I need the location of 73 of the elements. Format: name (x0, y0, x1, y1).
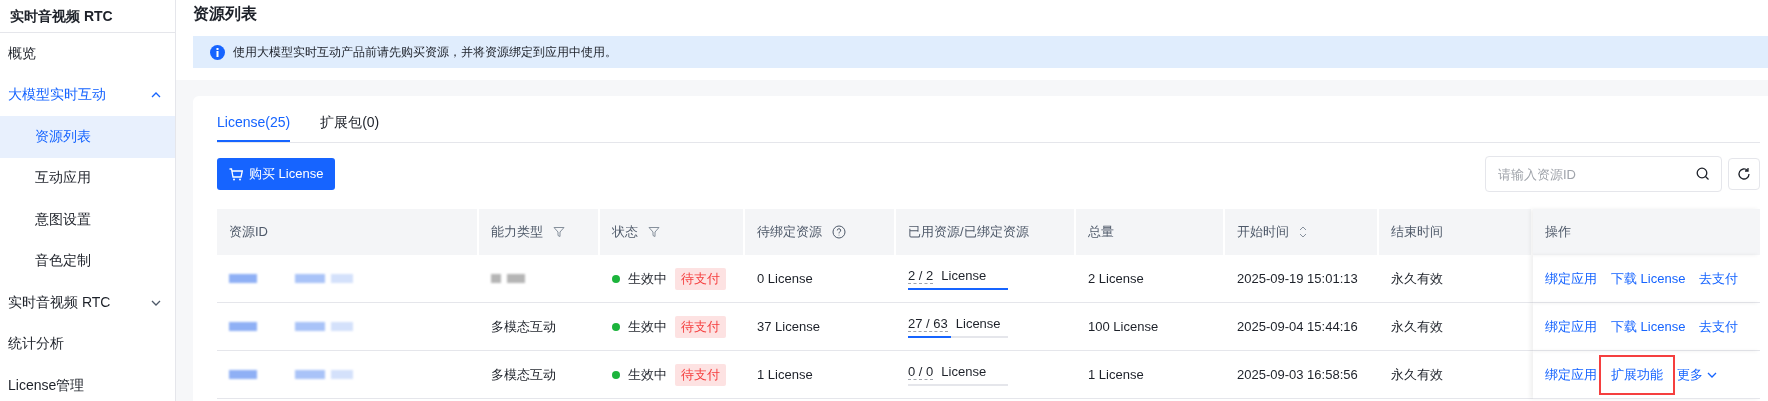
help-icon[interactable] (832, 225, 846, 239)
page-title: 资源列表 (193, 4, 258, 24)
info-icon (210, 44, 225, 60)
action-link[interactable]: 去支付 (1699, 269, 1739, 288)
table-cell: 37 License (757, 319, 820, 334)
sidebar-subitem[interactable]: 音色定制 (0, 240, 175, 282)
action-link[interactable]: 扩展功能 (1601, 356, 1673, 393)
chevron-up-icon[interactable] (151, 92, 161, 99)
more-dropdown[interactable]: 更多 (1677, 365, 1717, 384)
action-link[interactable]: 绑定应用 (1545, 269, 1597, 288)
column-title: 待绑定资源 (757, 223, 822, 241)
column-title: 开始时间 (1237, 223, 1289, 241)
sidebar-title: 实时音视频 RTC (0, 0, 175, 33)
usage-unit: License (941, 363, 987, 380)
table-cell: 100 License (1088, 319, 1159, 334)
table-cell: 0 License (757, 271, 813, 286)
sidebar-subitem[interactable]: 资源列表 (0, 116, 175, 158)
column-title: 状态 (612, 223, 638, 241)
usage-count: 27 / 63 (908, 315, 948, 332)
action-link[interactable]: 去支付 (1699, 317, 1739, 336)
buy-license-button[interactable]: 购买 License (217, 158, 336, 190)
table-cell: 永久有效 (1391, 269, 1443, 288)
tab[interactable]: 扩展包(0) (320, 110, 380, 142)
search-icon[interactable] (1696, 167, 1710, 181)
action-link[interactable]: 下载 License (1611, 317, 1686, 336)
table-cell: 多模态互动 (491, 317, 556, 336)
usage-unit: License (955, 315, 1001, 332)
column-title: 总量 (1088, 223, 1114, 241)
filter-icon[interactable] (648, 226, 660, 238)
refresh-icon (1737, 167, 1751, 181)
tab[interactable]: License(25) (217, 110, 291, 142)
usage-unit: License (941, 267, 987, 284)
payment-tag: 待支付 (675, 267, 726, 290)
action-link[interactable]: 下载 License (1611, 269, 1686, 288)
redacted-text-drawing (491, 274, 525, 283)
sidebar-subitem[interactable]: 意图设置 (0, 199, 175, 241)
table-cell: 2025-09-19 15:01:13 (1237, 271, 1358, 286)
notice-text: 使用大模型实时互动产品前请先购买资源，并将资源绑定到应用中使用。 (233, 43, 617, 61)
search-field[interactable]: 请输入资源ID (1485, 156, 1722, 192)
table-cell: 2 License (1088, 271, 1144, 286)
action-link[interactable]: 绑定应用 (1545, 317, 1597, 336)
sidebar-item[interactable]: 大模型实时互动 (0, 74, 175, 116)
sidebar-item[interactable]: 统计分析 (0, 323, 175, 365)
column-title: 已用资源/已绑定资源 (908, 223, 1029, 241)
payment-tag: 待支付 (675, 315, 726, 338)
refresh-button[interactable] (1728, 158, 1760, 190)
payment-tag: 待支付 (675, 363, 726, 386)
usage-count: 2 / 2 (908, 267, 934, 284)
table-cell: 多模态互动 (491, 365, 556, 384)
filter-icon[interactable] (553, 226, 565, 238)
cart-icon (229, 167, 243, 181)
usage-count: 0 / 0 (908, 363, 934, 380)
sidebar-item[interactable]: License管理 (0, 365, 175, 401)
status-text: 生效中 (628, 365, 667, 384)
sidebar-subitem[interactable]: 互动应用 (0, 157, 175, 199)
sidebar-item[interactable]: 概览 (0, 33, 175, 75)
column-title: 操作 (1545, 223, 1571, 241)
status-text: 生效中 (628, 269, 667, 288)
column-title: 结束时间 (1391, 223, 1443, 241)
action-link[interactable]: 绑定应用 (1545, 365, 1597, 384)
column-title: 能力类型 (491, 223, 543, 241)
table-cell: 永久有效 (1391, 365, 1443, 384)
table-cell: 永久有效 (1391, 317, 1443, 336)
chevron-down-icon[interactable] (1707, 371, 1717, 378)
status-text: 生效中 (628, 317, 667, 336)
table-cell: 1 License (757, 367, 813, 382)
column-title: 资源ID (229, 223, 268, 241)
sort-icon[interactable] (1299, 225, 1307, 239)
sidebar-item[interactable]: 实时音视频 RTC (0, 282, 175, 324)
chevron-down-icon[interactable] (151, 299, 161, 306)
table-cell: 2025-09-03 16:58:56 (1237, 367, 1358, 382)
table-cell: 2025-09-04 15:44:16 (1237, 319, 1358, 334)
table-cell: 1 License (1088, 367, 1144, 382)
